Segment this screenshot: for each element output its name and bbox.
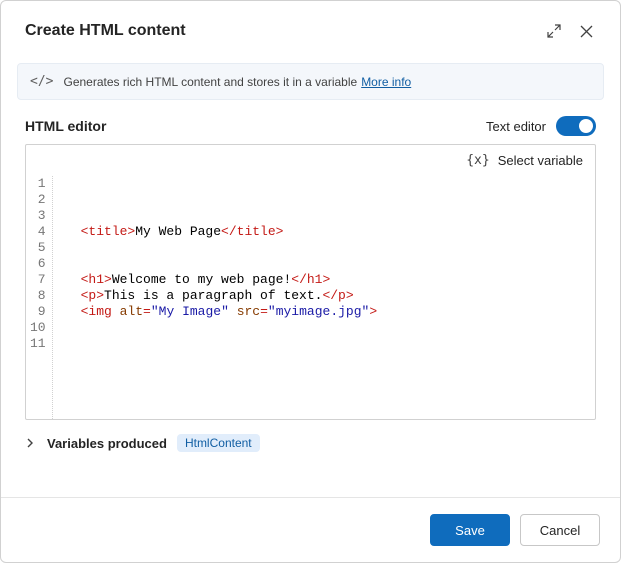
select-variable-button[interactable]: Select variable [498, 153, 583, 168]
save-button[interactable]: Save [430, 514, 510, 546]
line-number: 4 [30, 224, 46, 240]
code-area[interactable]: 1234567891011 <title>My Web Page</title>… [26, 176, 595, 419]
line-number: 7 [30, 272, 46, 288]
code-line[interactable] [81, 192, 378, 208]
more-info-link[interactable]: More info [361, 75, 411, 89]
code-line[interactable] [81, 240, 378, 256]
code-line[interactable]: <p>This is a paragraph of text.</p> [81, 288, 378, 304]
line-gutter: 1234567891011 [26, 176, 53, 419]
variables-produced-label: Variables produced [47, 436, 167, 451]
code-line[interactable] [81, 320, 378, 336]
editor-title: HTML editor [25, 118, 486, 134]
code-line[interactable] [81, 336, 378, 352]
chevron-right-icon [25, 438, 37, 448]
info-bar: </> Generates rich HTML content and stor… [17, 63, 604, 100]
line-number: 9 [30, 304, 46, 320]
code-line[interactable]: <title>My Web Page</title> [81, 224, 378, 240]
code-line[interactable]: <img alt="My Image" src="myimage.jpg"> [81, 304, 378, 320]
editor-toolbar: {x} Select variable [26, 145, 595, 176]
close-icon[interactable] [572, 17, 600, 45]
text-editor-toggle-label: Text editor [486, 119, 546, 134]
dialog-footer: Save Cancel [1, 497, 620, 562]
line-number: 11 [30, 336, 46, 352]
info-text: Generates rich HTML content and stores i… [63, 75, 357, 89]
variables-produced-row[interactable]: Variables produced HtmlContent [1, 420, 620, 462]
code-line[interactable] [81, 176, 378, 192]
dialog: Create HTML content </> Generates rich H… [0, 0, 621, 563]
code-line[interactable] [81, 208, 378, 224]
editor-header: HTML editor Text editor [1, 110, 620, 144]
line-number: 1 [30, 176, 46, 192]
code-editor: {x} Select variable 1234567891011 <title… [25, 144, 596, 420]
cancel-button[interactable]: Cancel [520, 514, 600, 546]
code-line[interactable] [81, 256, 378, 272]
expand-icon[interactable] [540, 17, 568, 45]
variable-icon: {x} [466, 153, 489, 168]
line-number: 10 [30, 320, 46, 336]
code-line[interactable]: <h1>Welcome to my web page!</h1> [81, 272, 378, 288]
dialog-header: Create HTML content [1, 1, 620, 57]
line-number: 5 [30, 240, 46, 256]
code-content[interactable]: <title>My Web Page</title> <h1>Welcome to… [53, 176, 378, 419]
line-number: 6 [30, 256, 46, 272]
code-icon: </> [30, 74, 53, 89]
text-editor-toggle[interactable] [556, 116, 596, 136]
line-number: 8 [30, 288, 46, 304]
variable-pill[interactable]: HtmlContent [177, 434, 260, 452]
line-number: 3 [30, 208, 46, 224]
line-number: 2 [30, 192, 46, 208]
dialog-title: Create HTML content [25, 22, 536, 40]
